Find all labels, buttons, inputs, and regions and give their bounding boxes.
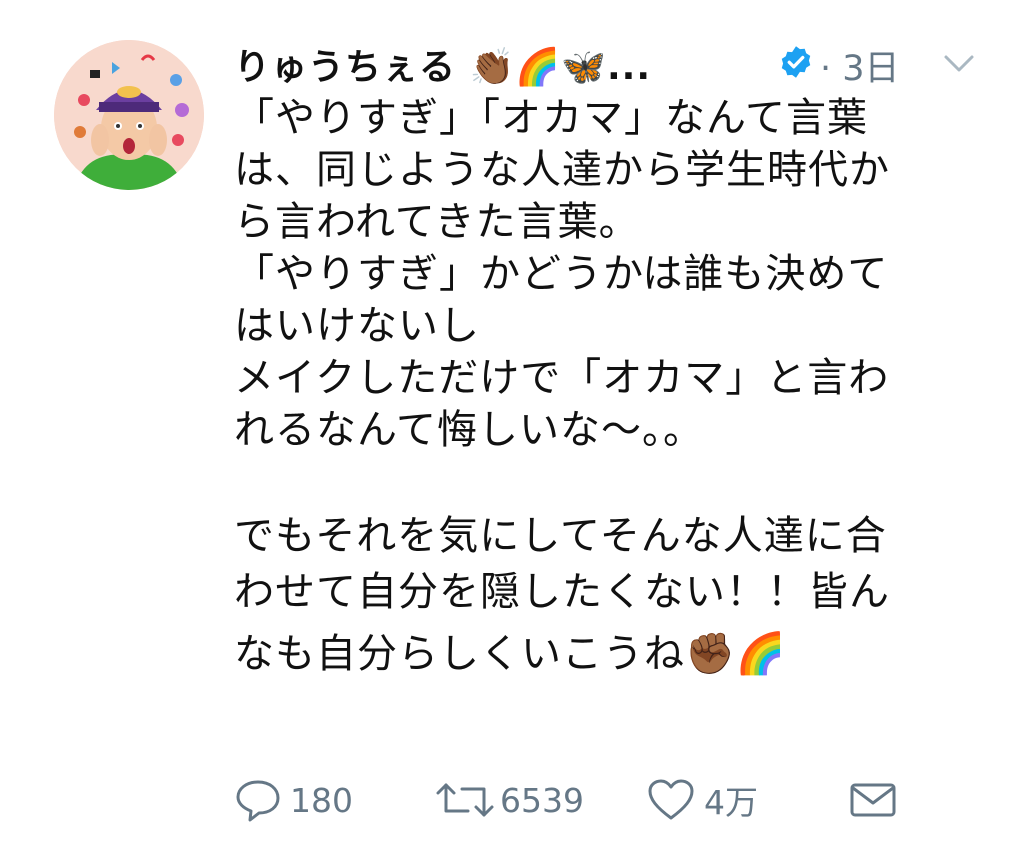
tweet-actions: 180 6539 4万 (234, 772, 934, 828)
chevron-down-icon[interactable] (940, 46, 978, 80)
tweet-timestamp[interactable]: · 3日 (820, 40, 900, 91)
tweet-header: りゅうちぇる 👏🏾🌈🦋... · 3日 (234, 34, 994, 90)
tweet-card: りゅうちぇる 👏🏾🌈🦋... · 3日 「やりすぎ」「オカマ」なんて言葉 は、同… (0, 0, 1024, 845)
reply-icon (236, 780, 280, 822)
avatar-image (54, 40, 204, 190)
verified-badge-icon (781, 46, 811, 78)
tweet-line: は、同じような人達から学生時代か (234, 147, 890, 193)
tweet-line: 「やりすぎ」「オカマ」なんて言葉 (234, 95, 868, 141)
display-name[interactable]: りゅうちぇる 👏🏾🌈🦋... (234, 38, 651, 90)
reply-count: 180 (290, 780, 353, 820)
direct-message-button[interactable] (848, 772, 898, 828)
tweet-line: でもそれを気にしてそんな人達に合 (234, 513, 887, 559)
heart-icon (648, 779, 694, 820)
retweet-icon (436, 783, 494, 817)
tweet-line: メイクしただけで「オカマ」と言わ (234, 355, 890, 401)
like-count: 4万 (704, 783, 758, 822)
tweet-text: 「やりすぎ」「オカマ」なんて言葉 は、同じような人達から学生時代か ら言われてき… (234, 92, 974, 682)
tweet-line: はいけないし (234, 303, 480, 349)
tweet-line: なも自分らしくいこうね✊🏾🌈 (234, 631, 787, 677)
tweet-line: わせて自分を隠したくない！！皆ん (234, 569, 890, 615)
envelope-icon (850, 783, 896, 817)
reply-button[interactable]: 180 (234, 772, 353, 828)
tweet-line: 「やりすぎ」かどうかは誰も決めて (234, 251, 889, 297)
tweet-line: れるなんて悔しいな〜。。 (234, 407, 704, 453)
retweet-count: 6539 (500, 780, 584, 820)
like-button[interactable]: 4万 (646, 772, 758, 828)
retweet-button[interactable]: 6539 (432, 772, 584, 828)
avatar[interactable] (54, 40, 204, 190)
tweet-line: ら言われてきた言葉。 (234, 199, 640, 245)
